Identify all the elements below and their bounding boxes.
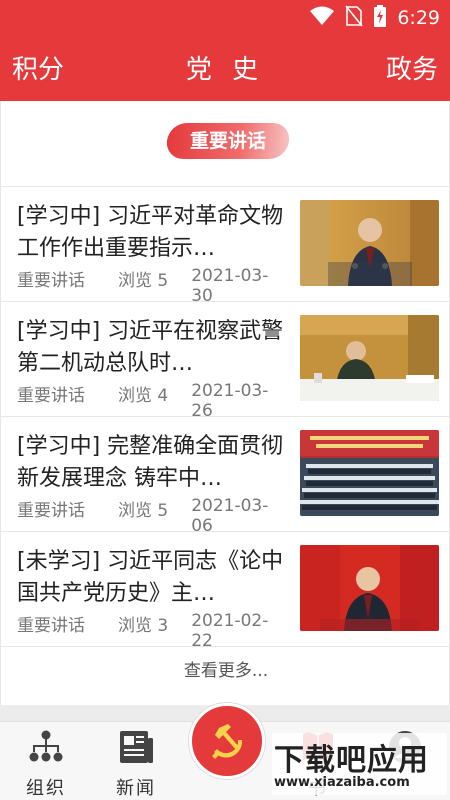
section-badge-label: 重要讲话 xyxy=(189,130,266,152)
party-emblem-button[interactable] xyxy=(189,703,265,779)
status-bar: 6:29 xyxy=(0,0,450,35)
news-title[interactable]: [学习中] 习近平在视察武警第二机动总队时… xyxy=(17,316,289,376)
tab-label: 组织 xyxy=(26,778,66,799)
tab-news[interactable]: 新闻 xyxy=(101,730,171,800)
news-item[interactable]: [学习中] 习近平对革命文物工作作出重要指示… 重要讲话 浏览 5 2021-0… xyxy=(1,187,450,306)
newspaper-icon xyxy=(120,731,153,763)
news-thumbnail[interactable] xyxy=(300,430,439,516)
news-category: 重要讲话 xyxy=(17,271,85,291)
news-category: 重要讲话 xyxy=(17,501,85,521)
news-date: 2021-03-06 xyxy=(191,496,269,536)
news-meta: 重要讲话 浏览 3 2021-02-22 xyxy=(17,611,289,651)
section-badge: 重要讲话 xyxy=(165,123,291,159)
news-views: 浏览 5 xyxy=(117,501,169,521)
wifi-icon xyxy=(309,6,335,30)
main-content: 重要讲话 [学习中] 习近平对革命文物工作作出重要指示… 重要讲话 浏览 5 2… xyxy=(0,101,450,721)
status-time: 6:29 xyxy=(397,7,440,29)
news-category: 重要讲话 xyxy=(17,616,85,636)
watermark-title: 下载吧应用 xyxy=(274,743,429,778)
news-views: 浏览 5 xyxy=(117,271,169,291)
org-chart-icon xyxy=(29,730,63,762)
news-views: 浏览 3 xyxy=(117,616,169,636)
section-header: 重要讲话 xyxy=(1,121,450,165)
status-icons: 6:29 xyxy=(309,5,440,31)
hammer-sickle-icon xyxy=(212,724,243,759)
news-date: 2021-02-22 xyxy=(191,611,269,651)
view-more-link[interactable]: 查看更多... xyxy=(1,656,450,681)
news-date: 2021-03-26 xyxy=(191,381,269,421)
news-date: 2021-03-30 xyxy=(191,266,269,306)
news-meta: 重要讲话 浏览 4 2021-03-26 xyxy=(17,381,289,421)
news-views: 浏览 4 xyxy=(117,386,169,406)
top-nav: 积分 党 史 政务 xyxy=(0,35,450,101)
news-thumbnail[interactable] xyxy=(300,200,439,286)
news-meta: 重要讲话 浏览 5 2021-03-06 xyxy=(17,496,289,536)
news-item[interactable]: [学习中] 习近平在视察武警第二机动总队时… 重要讲话 浏览 4 2021-03… xyxy=(1,302,450,421)
news-item[interactable]: [学习中] 完整准确全面贯彻新发展理念 铸牢中… 重要讲话 浏览 5 2021-… xyxy=(1,417,450,536)
tab-label: 新闻 xyxy=(116,778,156,799)
news-category: 重要讲话 xyxy=(17,386,85,406)
news-title[interactable]: [学习中] 完整准确全面贯彻新发展理念 铸牢中… xyxy=(17,431,289,491)
news-thumbnail[interactable] xyxy=(300,315,439,401)
news-thumbnail[interactable] xyxy=(300,545,439,631)
news-meta: 重要讲话 浏览 5 2021-03-30 xyxy=(17,266,289,306)
watermark: 下载吧应用 www.xiazaiba.com xyxy=(272,733,447,795)
page-title: 党 史 xyxy=(185,55,265,85)
news-title[interactable]: [学习中] 习近平对革命文物工作作出重要指示… xyxy=(17,201,289,261)
no-sim-icon xyxy=(345,5,363,31)
watermark-url: www.xiazaiba.com xyxy=(274,775,410,790)
battery-charging-icon xyxy=(373,5,387,31)
tab-organization[interactable]: 组织 xyxy=(11,730,81,800)
tab-government-affairs[interactable]: 政务 xyxy=(386,49,438,86)
tab-points[interactable]: 积分 xyxy=(12,49,64,86)
news-item[interactable]: [未学习] 习近平同志《论中国共产党历史》主… 重要讲话 浏览 3 2021-0… xyxy=(1,532,450,651)
news-title[interactable]: [未学习] 习近平同志《论中国共产党历史》主… xyxy=(17,546,289,606)
